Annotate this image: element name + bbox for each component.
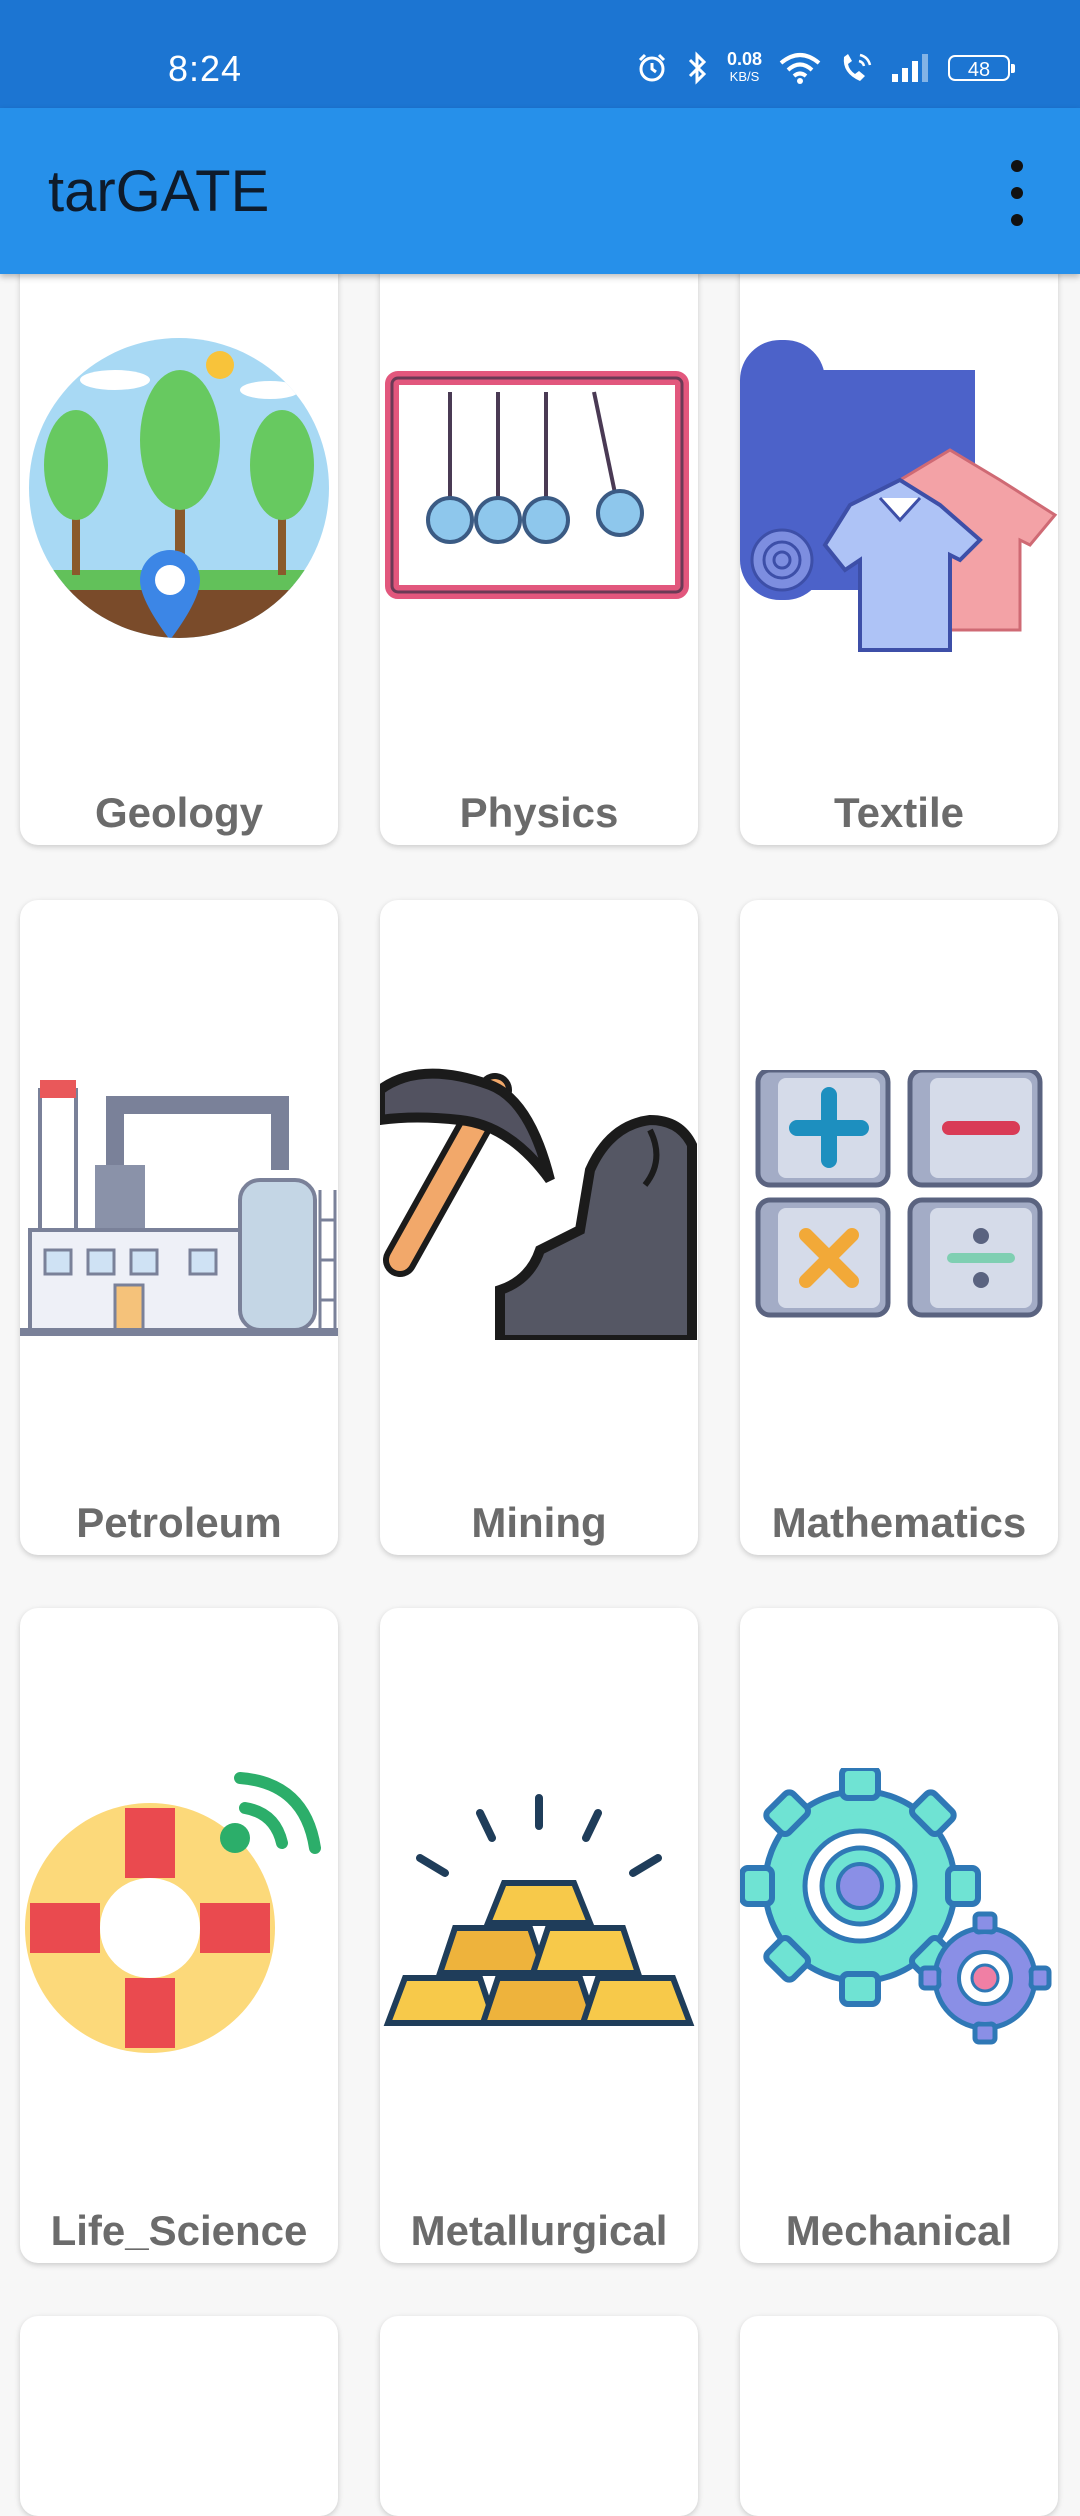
pickaxe-rock-icon [380,1068,697,1340]
subject-label: Metallurgical [410,2207,668,2254]
subject-card-life-science[interactable]: Life_Science [20,1608,338,2263]
refinery-factory-icon [20,1080,338,1336]
menu-dot [1011,187,1023,199]
subject-card-textile[interactable]: Textile [740,210,1058,845]
subject-label: Petroleum [76,1499,282,1546]
subject-label: Textile [834,789,964,836]
math-operators-icon [755,1070,1043,1318]
subject-label: Physics [459,789,619,836]
subject-card-petroleum[interactable]: Petroleum [20,900,338,1555]
more-vert-icon[interactable] [994,160,1040,226]
subject-card-physics[interactable]: Physics [380,210,698,845]
menu-dot [1011,160,1023,172]
newtons-cradle-icon [385,371,689,599]
subject-label: Life_Science [50,2207,308,2254]
menu-dot [1011,214,1023,226]
subject-grid: Geology Physics Textile Petroleum Mining… [0,0,1080,2516]
subject-card-mining[interactable]: Mining [380,900,698,1555]
subject-label: Mechanical [785,2207,1013,2254]
subject-card-metallurgical[interactable]: Metallurgical [380,1608,698,2263]
gears-icon [740,1768,1052,2045]
subject-label: Mathematics [771,1499,1027,1546]
subject-label: Mining [471,1499,607,1546]
subject-card-mechanical[interactable]: Mechanical [740,1608,1058,2263]
fabric-roll-shirt-icon [740,340,1058,652]
geology-trees-location-icon [29,338,329,638]
subject-label: Geology [94,789,264,836]
gold-bars-icon [383,1794,695,2026]
app-bar: tarGATE [0,108,1080,274]
subject-card-partial[interactable] [380,2316,698,2516]
app-title: tarGATE [48,159,270,224]
lifebuoy-signal-icon [25,1772,321,2053]
subject-card-geology[interactable]: Geology [20,210,338,845]
subject-card-partial[interactable] [740,2316,1058,2516]
subject-card-mathematics[interactable]: Mathematics [740,900,1058,1555]
subject-card-partial[interactable] [20,2316,338,2516]
